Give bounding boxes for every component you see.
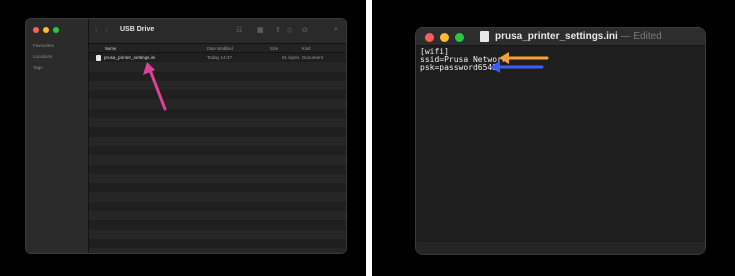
- pointer-arrow-overlay: [143, 62, 167, 111]
- textedit-screenshot-panel: prusa_printer_settings.ini — Edited [wif…: [372, 0, 735, 276]
- pointer-arrow: [143, 62, 167, 111]
- psk-arrow: [490, 61, 544, 73]
- annotation-arrows-overlay: [490, 52, 549, 73]
- ssid-arrow: [499, 52, 549, 64]
- finder-screenshot-panel: Favourites Locations Tags ‹ › USB Drive …: [0, 0, 366, 276]
